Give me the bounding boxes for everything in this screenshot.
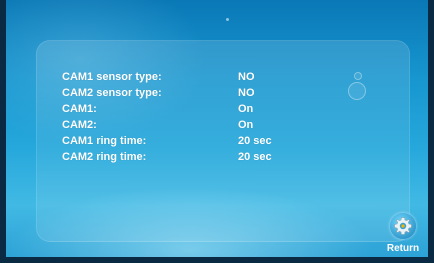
setting-label: CAM1 ring time: [62,135,147,147]
setting-row-cam1[interactable]: CAM1: On [62,101,272,117]
setting-value: 20 sec [238,151,272,163]
screen-bezel-bottom [0,257,434,263]
setting-label: CAM2: [62,119,97,131]
setting-row-cam1-sensor-type[interactable]: CAM1 sensor type: NO [62,69,272,85]
gear-icon [390,213,416,239]
settings-list: CAM1 sensor type: NO CAM2 sensor type: N… [62,69,272,165]
setting-row-cam1-ring-time[interactable]: CAM1 ring time: 20 sec [62,133,272,149]
setting-row-cam2-ring-time[interactable]: CAM2 ring time: 20 sec [62,149,272,165]
setting-value: NO [238,71,255,83]
return-button[interactable]: Return [382,213,424,261]
setting-value: NO [238,87,255,99]
setting-label: CAM1: [62,103,97,115]
setting-label: CAM2 ring time: [62,151,147,163]
setting-row-cam2-sensor-type[interactable]: CAM2 sensor type: NO [62,85,272,101]
background: CAM1 sensor type: NO CAM2 sensor type: N… [0,0,434,263]
sparkle [226,18,229,21]
setting-label: CAM2 sensor type: [62,87,162,99]
return-label: Return [386,243,420,254]
setting-value: On [238,119,254,131]
screen-bezel-left [0,0,6,263]
setting-label: CAM1 sensor type: [62,71,162,83]
screen-bezel-right [428,0,434,263]
setting-row-cam2[interactable]: CAM2: On [62,117,272,133]
setting-value: On [238,103,254,115]
setting-value: 20 sec [238,135,272,147]
